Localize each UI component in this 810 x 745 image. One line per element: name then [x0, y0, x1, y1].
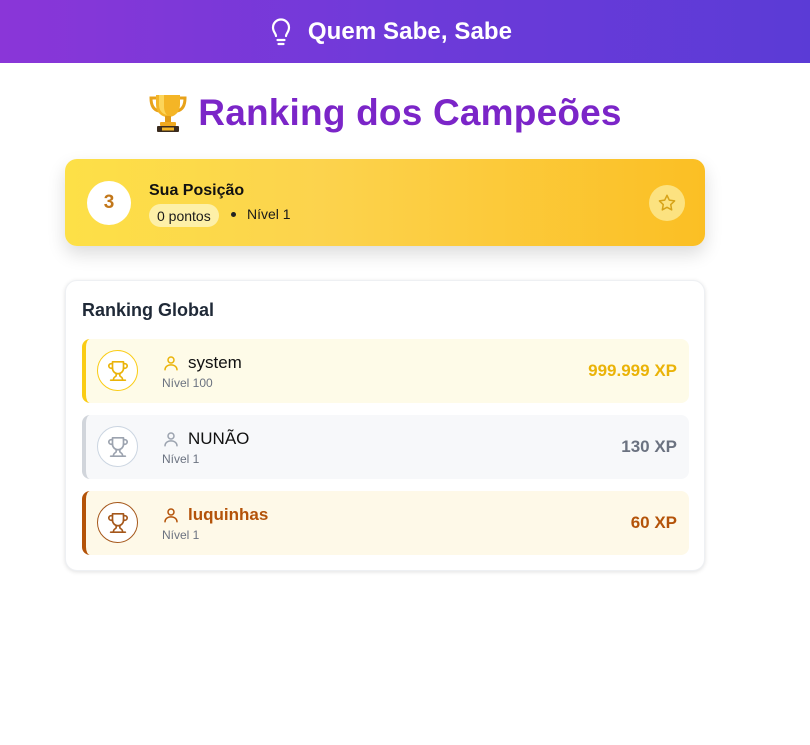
global-ranking-card: Ranking Global system Nível 100 999.999 … — [65, 280, 705, 571]
user-name: luquinhas — [188, 505, 269, 524]
ranking-row[interactable]: luquinhas Nível 1 60 XP — [82, 491, 689, 555]
user-xp: 999.999 XP — [588, 361, 677, 380]
app-title: Quem Sabe, Sabe — [307, 17, 513, 45]
your-position-card: 3 Sua Posição 0 pontos Nível 1 — [65, 159, 705, 246]
user-level: Nível 1 — [162, 528, 200, 542]
star-icon[interactable] — [649, 185, 685, 221]
page-title-text: Ranking dos Campeões — [198, 92, 622, 133]
user-name: NUNÃO — [188, 429, 250, 448]
lightbulb-icon — [268, 17, 294, 47]
ranking-row[interactable]: system Nível 100 999.999 XP — [82, 339, 689, 403]
ranking-heading: Ranking Global — [82, 300, 215, 320]
user-xp: 130 XP — [621, 437, 677, 456]
user-level: Nível 1 — [162, 452, 200, 466]
ranking-row[interactable]: NUNÃO Nível 1 130 XP — [82, 415, 689, 479]
your-position-heading: Sua Posição — [149, 182, 245, 199]
trophy-icon — [97, 502, 138, 543]
level-label: Nível 1 — [247, 206, 291, 222]
user-level: Nível 100 — [162, 376, 213, 390]
user-xp: 60 XP — [630, 513, 677, 532]
page-title: Ranking dos Campeões — [0, 92, 770, 134]
user-name: system — [188, 353, 242, 372]
top-bar: Quem Sabe, Sabe — [0, 0, 810, 63]
user-icon — [162, 354, 180, 372]
trophy-icon — [97, 426, 138, 467]
brand[interactable]: Quem Sabe, Sabe — [268, 17, 512, 47]
points-pill: 0 pontos — [149, 204, 219, 227]
user-icon — [162, 506, 180, 524]
trophy-icon — [97, 350, 138, 391]
rank-badge: 3 — [87, 181, 131, 225]
separator-dot — [231, 212, 236, 217]
trophy-icon — [148, 92, 188, 134]
user-icon — [162, 430, 180, 448]
